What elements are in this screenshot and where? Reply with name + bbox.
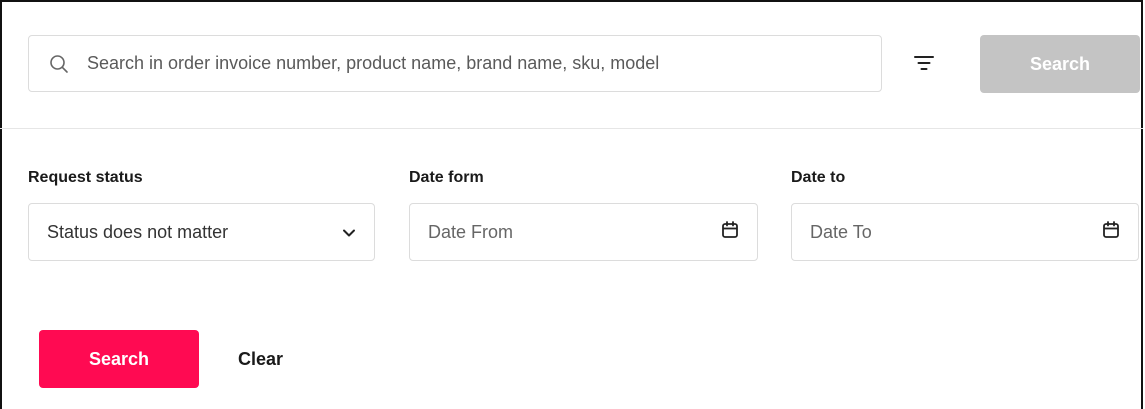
top-search-button[interactable]: Search [980, 35, 1140, 93]
filter-icon[interactable] [913, 53, 935, 73]
date-from-field[interactable]: Date From [409, 203, 758, 261]
top-search-bar: Search [0, 0, 1143, 129]
search-button[interactable]: Search [39, 330, 199, 388]
request-status-value: Status does not matter [47, 221, 229, 242]
calendar-icon[interactable] [1102, 220, 1120, 244]
date-from-placeholder: Date From [428, 221, 514, 242]
search-input[interactable] [85, 52, 881, 75]
date-from-label: Date form [409, 169, 484, 186]
date-to-field[interactable]: Date To [791, 203, 1139, 261]
date-to-label: Date to [791, 169, 846, 186]
date-to-placeholder: Date To [810, 221, 872, 242]
request-status-select[interactable]: Status does not matter [28, 203, 375, 261]
request-status-label: Request status [28, 169, 143, 186]
clear-button[interactable]: Clear [226, 330, 295, 388]
search-box[interactable] [28, 35, 882, 92]
chevron-down-icon [342, 222, 356, 243]
calendar-icon[interactable] [721, 220, 739, 244]
search-icon [49, 54, 69, 74]
